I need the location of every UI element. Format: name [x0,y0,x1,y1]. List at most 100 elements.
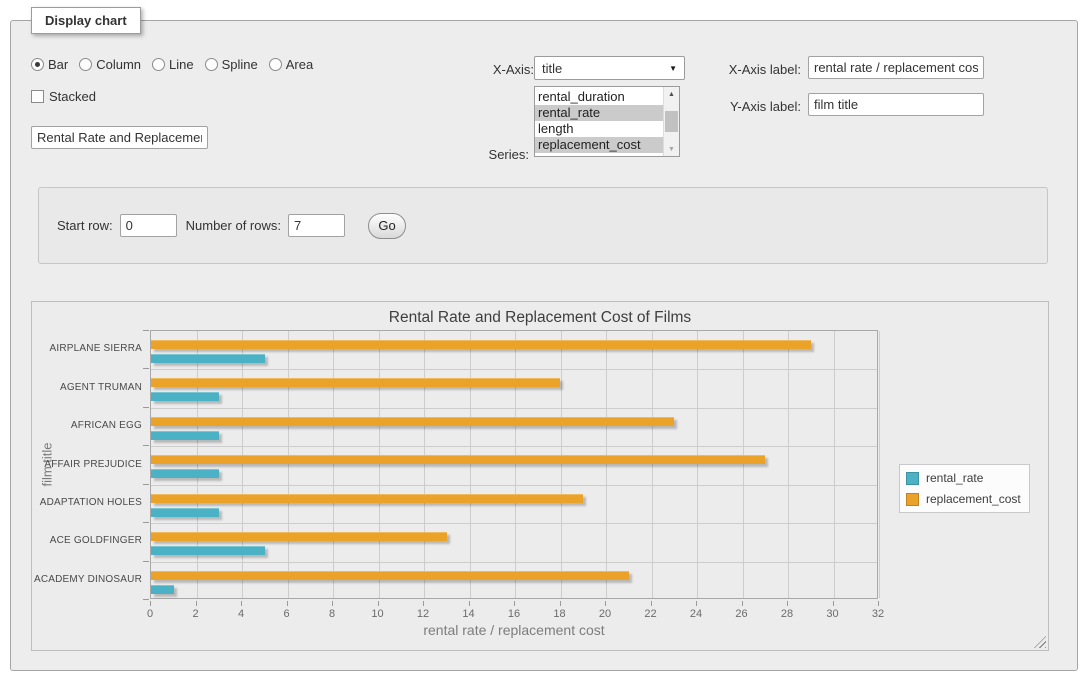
y-axis-category-label: ACE GOLDFINGER [32,535,142,546]
chart-type-option-spline[interactable]: Spline [205,57,258,72]
scrollbar[interactable]: ▲ ▼ [663,87,679,156]
grid-line [788,331,789,598]
radio-label: Line [169,57,194,72]
x-axis-tick-label: 6 [272,608,302,620]
bar-segment [151,455,765,464]
y-axis-tick [143,561,149,562]
grid-line [379,331,380,598]
legend-swatch-icon [906,472,919,485]
chart-type-option-bar[interactable]: Bar [31,57,68,72]
x-axis-tick-label: 24 [681,608,711,620]
x-axis-tick-label: 8 [317,608,347,620]
x-axis-selected-value: title [542,61,562,76]
series-option[interactable]: rental_duration [535,89,679,105]
legend-swatch-icon [906,493,919,506]
num-rows-input[interactable] [288,214,345,237]
x-axis-tick-label: 4 [226,608,256,620]
y-axis-tick [143,484,149,485]
bar-segment [151,508,219,517]
x-axis-tick [787,601,788,606]
start-row-label: Start row: [57,218,113,233]
scroll-down-icon[interactable]: ▼ [664,142,679,156]
grid-line [834,331,835,598]
x-axis-tick [378,601,379,606]
bar-segment [151,431,219,440]
bar-segment [151,378,560,387]
radio-icon[interactable] [79,58,92,71]
x-axis-tick [605,601,606,606]
x-axis-tick [469,601,470,606]
radio-icon[interactable] [152,58,165,71]
chart-type-option-area[interactable]: Area [269,57,313,72]
x-axis-tick [150,601,151,606]
y-axis-category-label: AGENT TRUMAN [32,382,142,393]
start-row-input[interactable] [120,214,177,237]
bar-segment [151,417,674,426]
y-axis-tick [143,368,149,369]
series-option[interactable]: length [535,121,679,137]
x-axis-tick [742,601,743,606]
x-axis-tick [833,601,834,606]
y-axis-tick [143,522,149,523]
x-axis-tick-label: 16 [499,608,529,620]
grid-line [697,331,698,598]
radio-icon[interactable] [205,58,218,71]
y-axis-label-input[interactable] [808,93,984,116]
bar-segment [151,469,219,478]
radio-label: Area [286,57,313,72]
chart-type-option-column[interactable]: Column [79,57,141,72]
legend-label: replacement_cost [926,492,1021,506]
x-axis-tick [287,601,288,606]
grid-line [151,485,877,486]
display-chart-panel: Display chart Bar Column Line Spline Are… [10,20,1078,671]
chart-type-option-line[interactable]: Line [152,57,194,72]
scrollbar-thumb[interactable] [665,111,678,132]
y-axis-label-label: Y-Axis label: [661,99,801,114]
y-axis-category-label: ADAPTATION HOLES [32,497,142,508]
y-axis-tick [143,445,149,446]
page: Display chart Bar Column Line Spline Are… [0,0,1081,681]
radio-icon[interactable] [31,58,44,71]
series-options: rental_durationrental_ratelengthreplacem… [535,87,679,153]
radio-label: Column [96,57,141,72]
x-axis-tick [196,601,197,606]
bar-segment [151,571,629,580]
stacked-checkbox-row[interactable]: Stacked [31,89,96,104]
stacked-checkbox[interactable] [31,90,44,103]
y-axis-category-label: AFRICAN EGG [32,420,142,431]
bar-segment [151,585,174,594]
go-button[interactable]: Go [368,213,406,239]
grid-line [652,331,653,598]
series-option[interactable]: rental_rate [535,105,679,121]
radio-label: Spline [222,57,258,72]
grid-line [242,331,243,598]
grid-line [561,331,562,598]
grid-line [288,331,289,598]
x-axis-tick [423,601,424,606]
grid-line [470,331,471,598]
x-axis-tick [514,601,515,606]
x-axis-tick-label: 28 [772,608,802,620]
series-multiselect[interactable]: rental_durationrental_ratelengthreplacem… [534,86,680,157]
grid-line [151,523,877,524]
x-axis-label-label: X-Axis label: [661,62,801,77]
bar-segment [151,392,219,401]
bar-segment [151,354,265,363]
x-axis-label-input[interactable] [808,56,984,79]
grid-line [515,331,516,598]
radio-label: Bar [48,57,68,72]
x-axis-title: rental rate / replacement cost [150,622,878,638]
series-option[interactable]: replacement_cost [535,137,679,153]
resize-handle-icon[interactable] [1034,636,1046,648]
chart-title-input[interactable] [31,126,208,149]
x-axis-tick-label: 2 [181,608,211,620]
radio-icon[interactable] [269,58,282,71]
x-axis-tick-label: 26 [727,608,757,620]
stacked-label: Stacked [49,89,96,104]
plot-area [150,330,878,599]
x-axis-tick [878,601,879,606]
legend-item: replacement_cost [906,492,1021,506]
x-axis-tick [651,601,652,606]
bar-segment [151,340,811,349]
bar-segment [151,546,265,555]
